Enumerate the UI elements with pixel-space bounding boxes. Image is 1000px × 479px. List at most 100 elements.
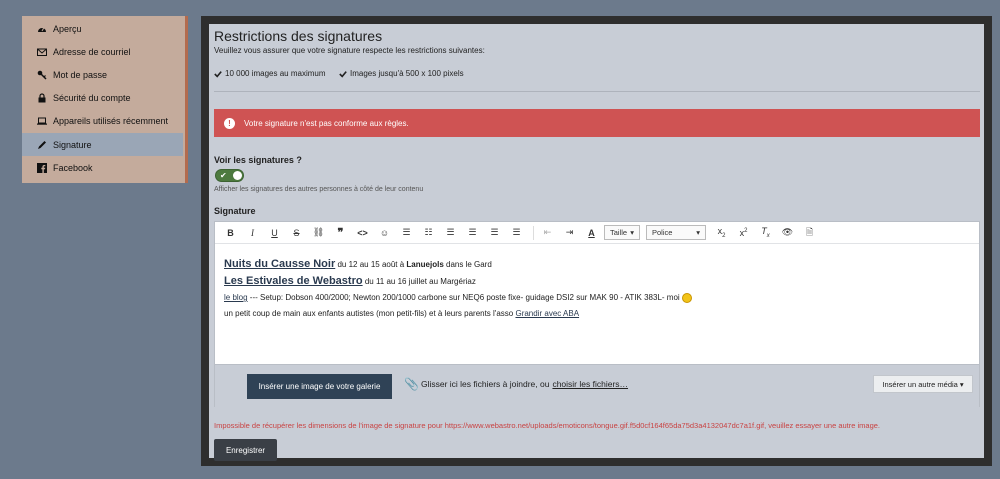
sidebar-item-facebook[interactable]: Facebook — [22, 156, 185, 179]
source-button[interactable]: 🗎 — [800, 222, 819, 244]
signature-editor: B I U S ⛓ ❞ <> ☺ ☰ ☷ ☰ ☰ ☰ ☰ ⇤ ⇥ A Taill… — [214, 221, 980, 407]
signature-panel: Restrictions des signatures Veuillez vou… — [201, 16, 992, 466]
key-icon — [36, 69, 48, 81]
facebook-icon — [36, 162, 48, 174]
error-alert: ! Votre signature n'est pas conforme aux… — [214, 109, 980, 137]
view-signatures-toggle[interactable]: ✔ — [215, 169, 244, 182]
superscript-icon: x2 — [739, 227, 748, 238]
code-button[interactable]: <> — [353, 222, 372, 244]
signature-line: le blog --- Setup: Dobson 400/2000; Newt… — [224, 290, 970, 306]
signature-line: Les Estivales de Webastro du 11 au 16 ju… — [224, 275, 476, 287]
editor-content[interactable]: Nuits du Causse Noir du 12 au 15 août à … — [215, 244, 979, 364]
dashboard-icon — [36, 23, 48, 35]
justify-icon: ☰ — [512, 227, 521, 237]
sidebar-item-signature[interactable]: Signature — [22, 132, 183, 157]
restriction-item: 10 000 images au maximum — [214, 69, 326, 78]
underline-button[interactable]: U — [265, 222, 284, 244]
check-icon: ✔ — [220, 171, 227, 180]
editor-toolbar: B I U S ⛓ ❞ <> ☺ ☰ ☷ ☰ ☰ ☰ ☰ ⇤ ⇥ A Taill… — [215, 222, 979, 244]
strikethrough-button[interactable]: S — [287, 222, 306, 244]
insert-media-button[interactable]: Insérer un autre média ▾ — [873, 375, 973, 393]
smiley-icon: ☺ — [379, 227, 390, 238]
toggle-knob — [233, 171, 242, 180]
attachment-area: Insérer une image de votre galerie 📎 Gli… — [215, 364, 979, 407]
sidebar-item-label: Sécurité du compte — [53, 93, 131, 104]
clear-format-button[interactable]: Tx — [756, 222, 775, 244]
paperclip-icon: 📎 — [404, 377, 419, 391]
text-color-button[interactable]: A — [582, 222, 601, 244]
caret-down-icon: ▾ — [959, 379, 964, 389]
document-search-icon: 🗎 — [805, 226, 814, 237]
toolbar-separator — [533, 225, 534, 240]
align-left-icon: ☰ — [446, 227, 455, 237]
bullet-list-icon: ☰ — [402, 227, 411, 237]
emoji-button[interactable]: ☺ — [375, 222, 394, 244]
outdent-icon: ⇤ — [543, 227, 552, 237]
bold-button[interactable]: B — [221, 222, 240, 244]
signature-link[interactable]: Nuits du Causse Noir — [224, 258, 335, 270]
size-dropdown[interactable]: Taille ▾ — [604, 225, 640, 240]
divider — [214, 91, 980, 92]
tongue-emoticon-icon — [681, 292, 692, 303]
insert-gallery-image-button[interactable]: Insérer une image de votre galerie — [247, 374, 392, 399]
superscript-button[interactable]: x2 — [734, 222, 753, 244]
laptop-icon — [36, 115, 48, 127]
indent-button[interactable]: ⇥ — [560, 222, 579, 244]
align-left-button[interactable]: ☰ — [441, 222, 460, 244]
sidebar-item-label: Signature — [53, 139, 92, 150]
sidebar-item-apercu[interactable]: Aperçu — [22, 17, 185, 40]
align-center-button[interactable]: ☰ — [463, 222, 482, 244]
clear-format-icon: Tx — [761, 226, 770, 239]
signature-line: un petit coup de main aux enfants autist… — [224, 309, 580, 318]
sidebar-item-label: Adresse de courriel — [53, 46, 131, 57]
outdent-button[interactable]: ⇤ — [538, 222, 557, 244]
link-button[interactable]: ⛓ — [309, 222, 328, 244]
indent-icon: ⇥ — [565, 227, 574, 237]
check-icon — [214, 70, 222, 78]
link-icon: ⛓ — [312, 227, 325, 237]
align-right-button[interactable]: ☰ — [485, 222, 504, 244]
quote-button[interactable]: ❞ — [331, 222, 350, 244]
signature-line: Nuits du Causse Noir du 12 au 15 août à … — [224, 258, 492, 270]
subscript-icon: x2 — [717, 226, 726, 239]
restriction-item: Images jusqu'à 500 x 100 pixels — [339, 69, 464, 78]
sidebar-item-label: Mot de passe — [53, 69, 108, 80]
alert-text: Votre signature n'est pas conforme aux r… — [244, 118, 409, 128]
sidebar-item-security[interactable]: Sécurité du compte — [22, 87, 185, 110]
signature-link[interactable]: Les Estivales de Webastro — [224, 275, 363, 287]
drop-zone[interactable]: 📎 Glisser ici les fichiers à joindre, ou… — [404, 377, 628, 391]
signature-link[interactable]: le blog — [224, 293, 248, 302]
check-icon — [339, 70, 347, 78]
caret-down-icon: ▾ — [630, 228, 634, 237]
pencil-icon — [36, 139, 48, 151]
justify-button[interactable]: ☰ — [507, 222, 526, 244]
restrictions-title: Restrictions des signatures — [214, 28, 383, 44]
view-signatures-hint: Afficher les signatures des autres perso… — [214, 186, 424, 193]
bulleted-list-button[interactable]: ☰ — [397, 222, 416, 244]
italic-button[interactable]: I — [243, 222, 262, 244]
restrictions-subtitle: Veuillez vous assurer que votre signatur… — [214, 46, 485, 55]
preview-button[interactable]: 👁 — [778, 222, 797, 244]
envelope-icon — [36, 46, 48, 58]
view-signatures-label: Voir les signatures ? — [214, 155, 302, 165]
numbered-list-button[interactable]: ☷ — [419, 222, 438, 244]
eye-icon: 👁 — [781, 227, 794, 237]
signature-label: Signature — [214, 206, 256, 216]
choose-files-link[interactable]: choisir les fichiers… — [552, 379, 628, 389]
align-right-icon: ☰ — [490, 227, 499, 237]
text-color-icon: A — [588, 227, 595, 238]
save-button[interactable]: Enregistrer — [214, 439, 277, 461]
lock-icon — [36, 92, 48, 104]
sidebar: Aperçu Adresse de courriel Mot de passe … — [22, 16, 188, 183]
code-icon: <> — [357, 227, 368, 238]
numbered-list-icon: ☷ — [424, 227, 433, 237]
subscript-button[interactable]: x2 — [712, 222, 731, 244]
error-message: Impossible de récupérer les dimensions d… — [214, 421, 881, 430]
sidebar-item-devices[interactable]: Appareils utilisés récemment — [22, 110, 185, 133]
exclamation-icon: ! — [224, 117, 235, 129]
caret-down-icon: ▾ — [696, 228, 700, 237]
sidebar-item-password[interactable]: Mot de passe — [22, 63, 185, 86]
font-dropdown[interactable]: Police ▾ — [646, 225, 706, 240]
sidebar-item-email[interactable]: Adresse de courriel — [22, 40, 185, 63]
signature-link[interactable]: Grandir avec ABA — [515, 309, 579, 318]
